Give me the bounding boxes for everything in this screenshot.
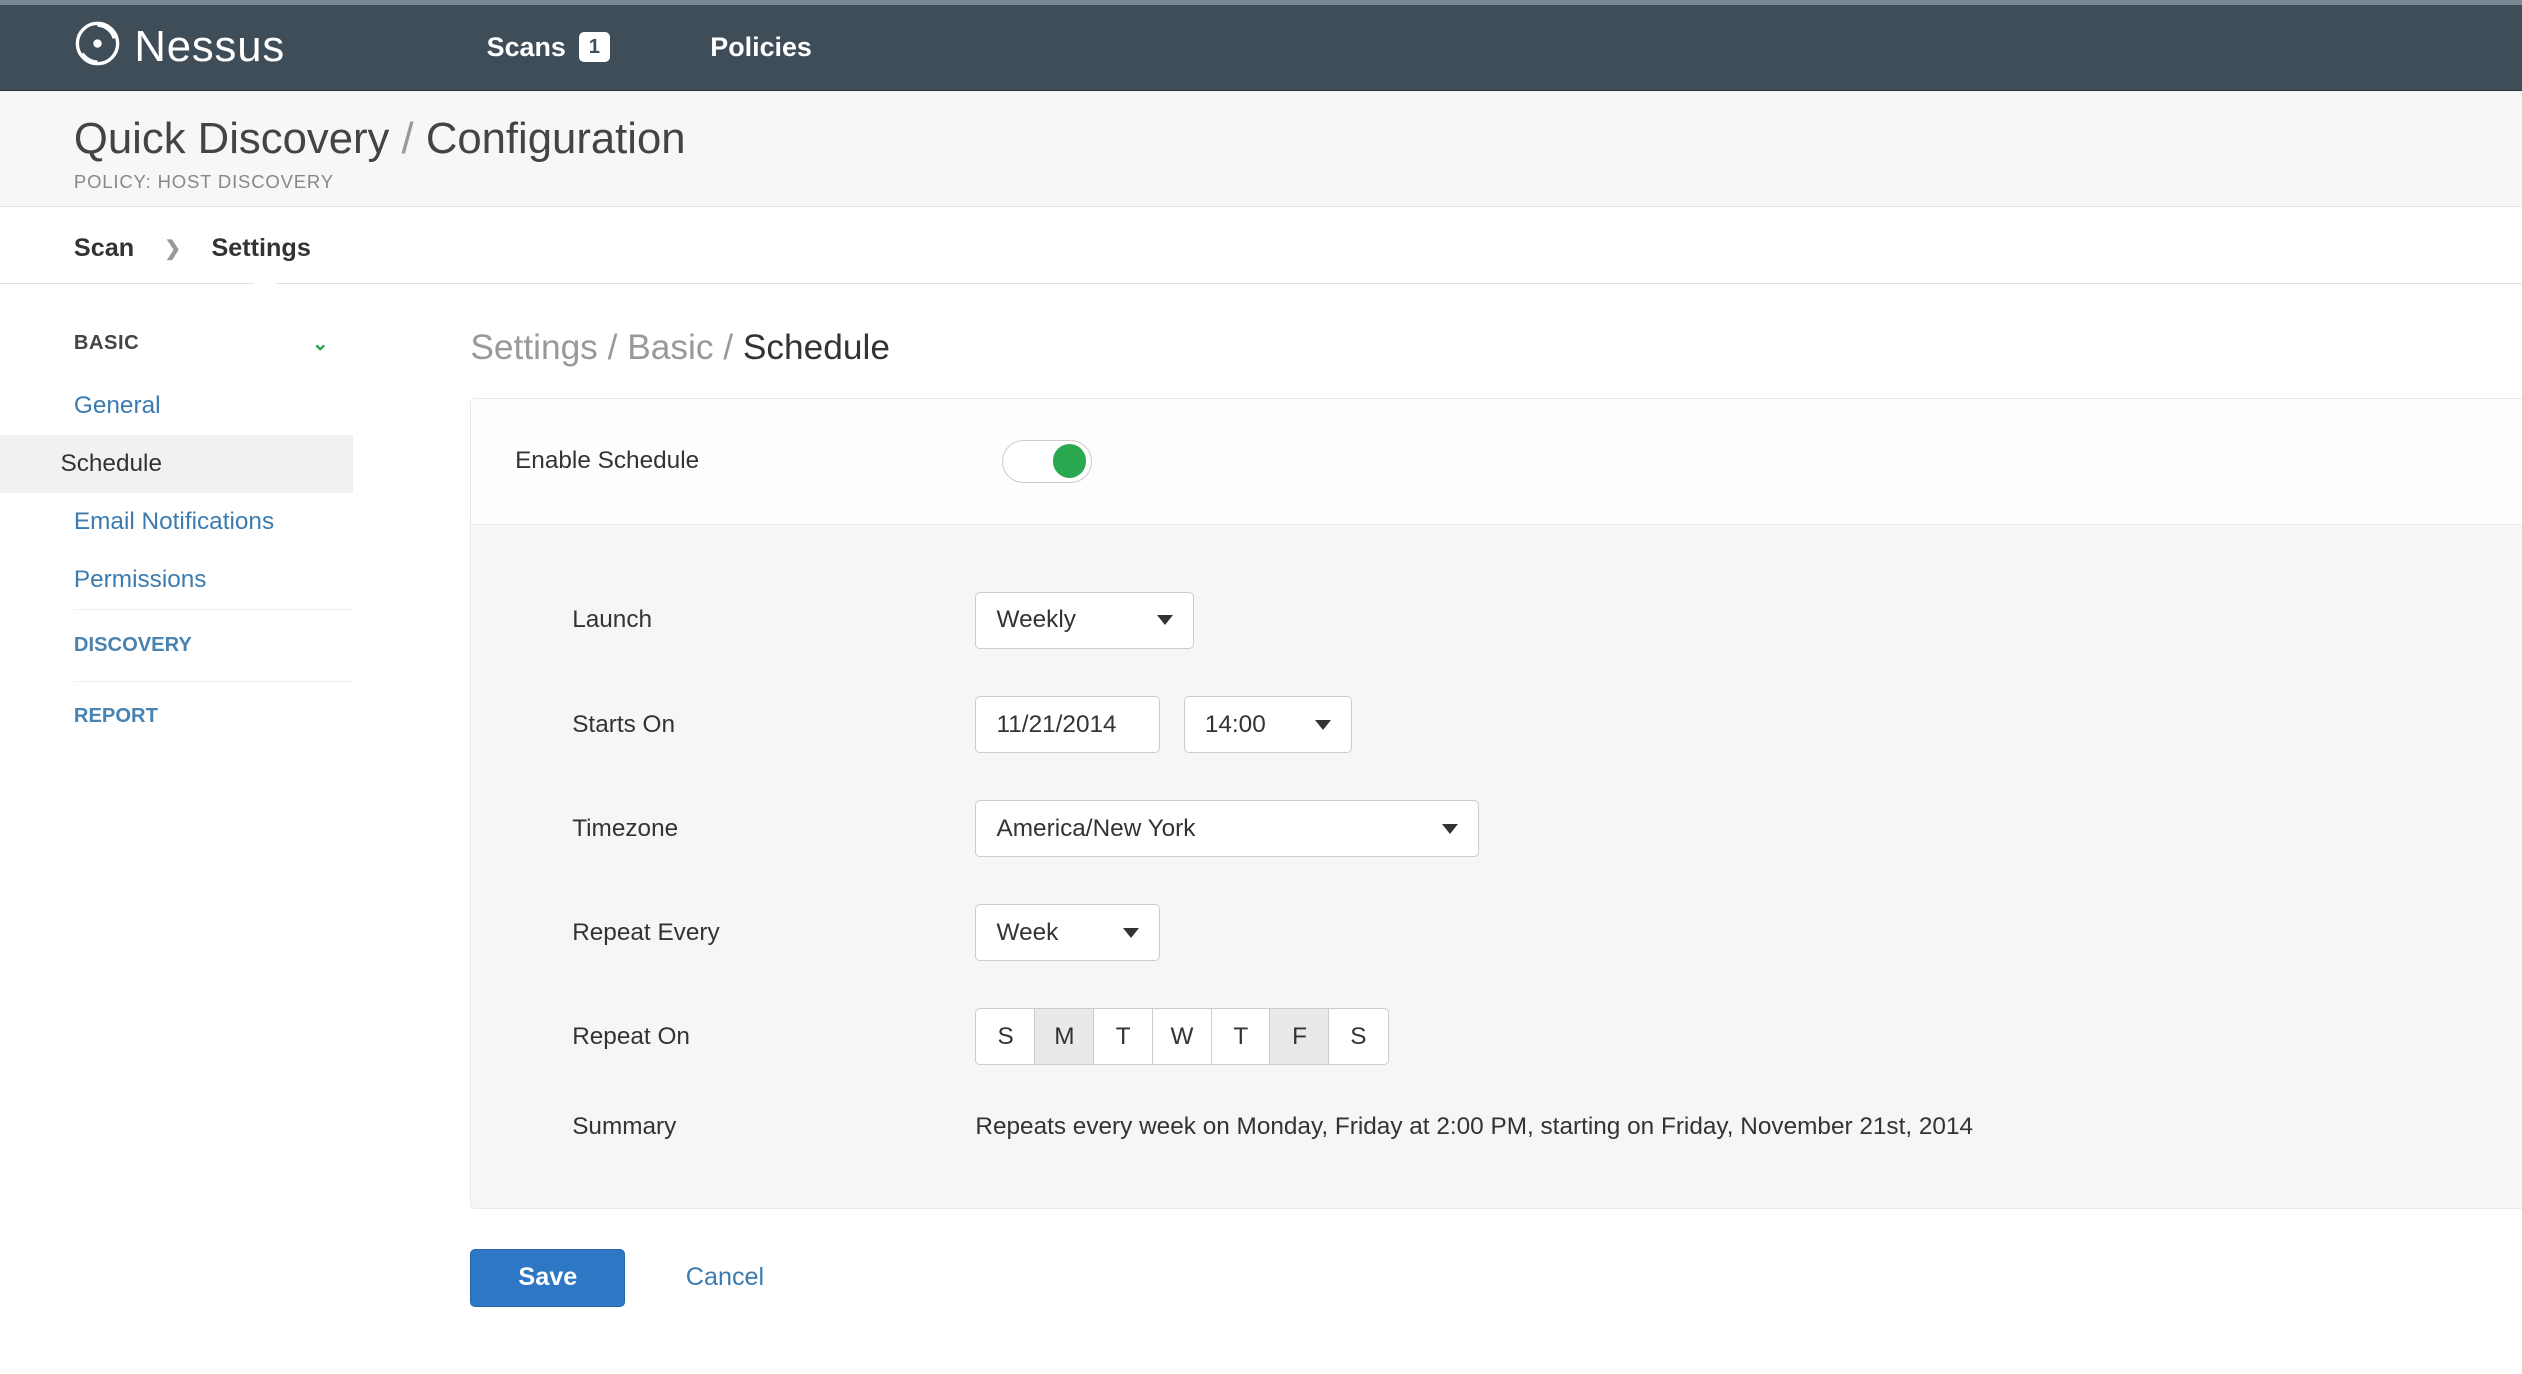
- starts-on-date-input[interactable]: 11/21/2014: [975, 696, 1160, 753]
- page-title-section: Configuration: [426, 114, 686, 163]
- row-summary: Summary Repeats every week on Monday, Fr…: [572, 1089, 2522, 1164]
- dropdown-arrow-icon: [1442, 824, 1458, 834]
- chevron-right-icon: ❯: [164, 236, 181, 261]
- toggle-knob-icon: [1053, 444, 1087, 478]
- brand-text: Nessus: [134, 22, 285, 72]
- launch-select[interactable]: Weekly: [975, 592, 1193, 649]
- top-navbar: Nessus Scans 1 Policies demo: [0, 0, 2522, 91]
- sidebar-collapsed-groups: DISCOVERY REPORT: [74, 609, 353, 751]
- timezone-value: America/New York: [997, 815, 1196, 843]
- starts-on-time-select[interactable]: 14:00: [1184, 696, 1352, 753]
- row-starts-on: Starts On 11/21/2014 14:00: [572, 672, 2522, 776]
- page-header: Quick Discovery / Configuration POLICY: …: [0, 91, 2522, 208]
- nav-policies-label: Policies: [710, 32, 812, 63]
- nav-scans[interactable]: Scans 1: [487, 32, 610, 63]
- panel-body: Launch Weekly Starts On 11/21/2014: [471, 525, 2522, 1208]
- settings-sidebar: BASIC ⌄ General Schedule Email Notificat…: [0, 284, 353, 751]
- sidebar-item-general[interactable]: General: [60, 377, 352, 435]
- dropdown-arrow-icon: [1315, 720, 1331, 730]
- sidebar-group-basic[interactable]: BASIC ⌄: [74, 321, 353, 376]
- panel-top: Enable Schedule: [471, 399, 2522, 524]
- dropdown-arrow-icon: [1123, 928, 1139, 938]
- nav-policies[interactable]: Policies: [710, 32, 812, 63]
- content-breadcrumb-c: Schedule: [743, 328, 890, 367]
- sidebar-group-report[interactable]: REPORT: [74, 681, 353, 752]
- page-subtitle: POLICY: HOST DISCOVERY: [74, 171, 2522, 193]
- dropdown-arrow-icon: [1157, 615, 1173, 625]
- content-breadcrumb-a: Settings: [470, 328, 597, 367]
- repeat-on-label: Repeat On: [572, 1023, 975, 1051]
- row-launch: Launch Weekly: [572, 568, 2522, 672]
- content: Settings / Basic / Schedule Enable Sched…: [353, 284, 2522, 1374]
- schedule-panel: Enable Schedule Launch Weekly S: [470, 398, 2522, 1208]
- day-sun[interactable]: S: [975, 1008, 1035, 1065]
- brand: Nessus: [74, 20, 285, 74]
- summary-label: Summary: [572, 1113, 975, 1141]
- page-title-scan: Quick Discovery: [74, 114, 389, 163]
- tabs-row: Scan ❯ Settings: [0, 207, 2522, 284]
- launch-label: Launch: [572, 606, 975, 634]
- page-title-sep: /: [402, 114, 414, 163]
- form-actions: Save Cancel: [470, 1249, 2522, 1307]
- day-tue[interactable]: T: [1093, 1008, 1153, 1065]
- day-thu[interactable]: T: [1211, 1008, 1271, 1065]
- save-button[interactable]: Save: [470, 1249, 625, 1307]
- content-breadcrumb-b: Basic: [627, 328, 713, 367]
- enable-schedule-toggle[interactable]: [1002, 440, 1093, 484]
- starts-time-value: 14:00: [1205, 711, 1266, 739]
- summary-text: Repeats every week on Monday, Friday at …: [975, 1113, 1973, 1141]
- sidebar-item-email[interactable]: Email Notifications: [60, 493, 352, 551]
- nav-scans-badge: 1: [579, 32, 609, 62]
- day-sat[interactable]: S: [1328, 1008, 1388, 1065]
- sidebar-group-discovery[interactable]: DISCOVERY: [74, 609, 353, 680]
- nav-scans-label: Scans: [487, 32, 566, 63]
- breadcrumb: Scan ❯ Settings: [74, 234, 2522, 263]
- row-repeat-every: Repeat Every Week: [572, 881, 2522, 985]
- starts-date-value: 11/21/2014: [997, 711, 1117, 739]
- nav-links: Scans 1 Policies: [487, 32, 812, 63]
- cancel-button[interactable]: Cancel: [686, 1263, 764, 1292]
- brand-icon: [74, 20, 121, 74]
- row-timezone: Timezone America/New York: [572, 777, 2522, 881]
- enable-schedule-label: Enable Schedule: [515, 447, 699, 475]
- day-mon[interactable]: M: [1034, 1008, 1094, 1065]
- tab-scan[interactable]: Scan: [74, 234, 134, 263]
- repeat-every-select[interactable]: Week: [975, 904, 1160, 961]
- launch-value: Weekly: [997, 606, 1076, 634]
- day-wed[interactable]: W: [1152, 1008, 1212, 1065]
- sidebar-item-permissions[interactable]: Permissions: [60, 551, 352, 609]
- day-fri[interactable]: F: [1269, 1008, 1329, 1065]
- row-repeat-on: Repeat On S M T W T F S: [572, 985, 2522, 1089]
- repeat-on-daypicker: S M T W T F S: [975, 1008, 1388, 1065]
- repeat-every-value: Week: [997, 919, 1059, 947]
- tab-settings[interactable]: Settings: [211, 234, 310, 263]
- content-breadcrumb: Settings / Basic / Schedule: [470, 328, 2522, 368]
- tabs-caret-icon: [252, 272, 278, 285]
- chevron-down-icon: ⌄: [312, 331, 329, 356]
- main: BASIC ⌄ General Schedule Email Notificat…: [0, 284, 2522, 1374]
- sidebar-basic-items: General Schedule Email Notifications Per…: [60, 377, 352, 610]
- sidebar-item-schedule[interactable]: Schedule: [0, 435, 353, 493]
- sidebar-group-basic-label: BASIC: [74, 332, 139, 355]
- page-title: Quick Discovery / Configuration: [74, 114, 2522, 164]
- starts-on-label: Starts On: [572, 711, 975, 739]
- repeat-every-label: Repeat Every: [572, 919, 975, 947]
- timezone-select[interactable]: America/New York: [975, 800, 1479, 857]
- timezone-label: Timezone: [572, 815, 975, 843]
